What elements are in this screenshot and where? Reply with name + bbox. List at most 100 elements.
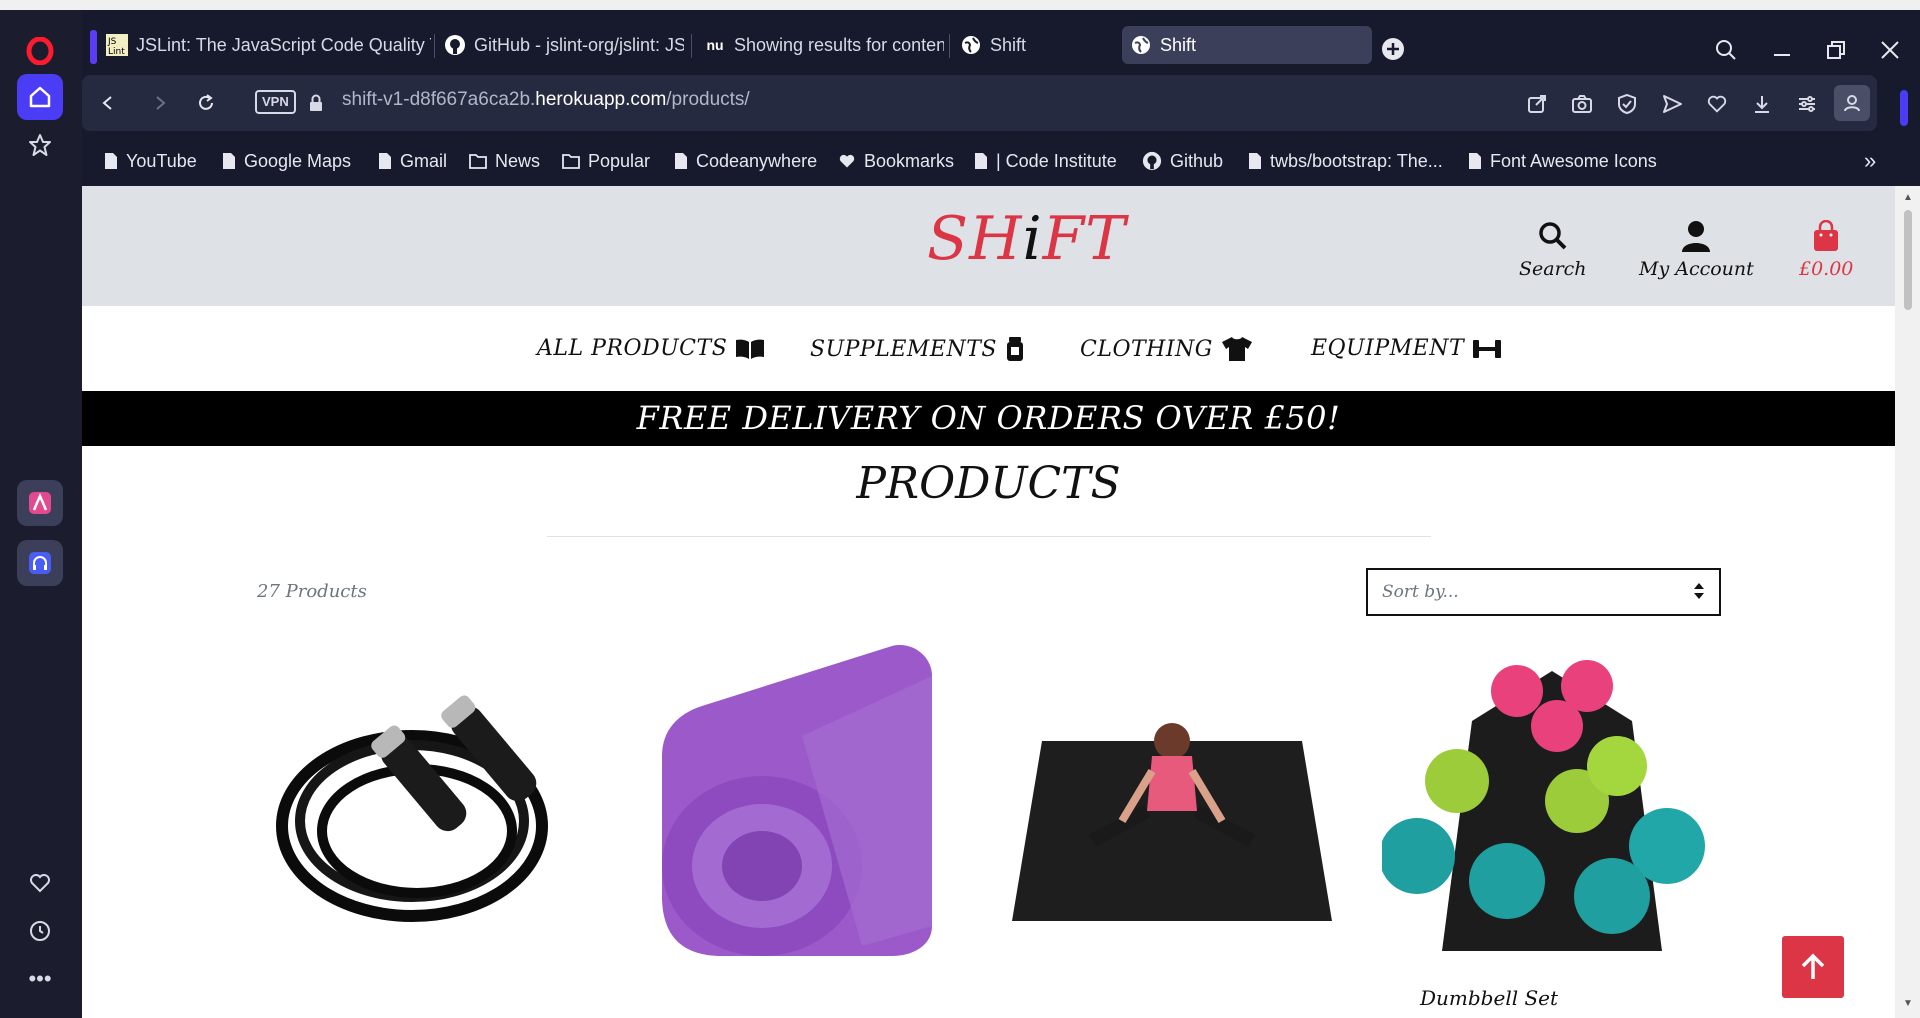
bookmark-bootstrap[interactable]: twbs/bootstrap: The... bbox=[1248, 148, 1443, 174]
product-image-yoga-mat[interactable] bbox=[632, 636, 972, 966]
new-tab-button[interactable] bbox=[1378, 34, 1408, 64]
address-bar: VPN shift-v1-d8f667a6ca2b.herokuapp.com/… bbox=[82, 75, 1877, 131]
scroll-up-arrow-icon[interactable]: ▲ bbox=[1903, 192, 1913, 203]
site-logo[interactable]: SHiFT bbox=[927, 204, 1126, 274]
opera-logo-icon[interactable] bbox=[17, 28, 63, 74]
arrow-up-icon bbox=[1801, 953, 1825, 979]
home-icon[interactable] bbox=[17, 74, 63, 120]
jslint-favicon-icon: JS Lint bbox=[106, 34, 128, 56]
bookmark-label: Github bbox=[1170, 150, 1224, 171]
url-path: /products/ bbox=[666, 89, 750, 110]
tab-separator bbox=[949, 34, 950, 58]
tab-label: Shift bbox=[990, 34, 1027, 55]
tab-label: Showing results for contents bbox=[734, 34, 944, 55]
scroll-down-arrow-icon[interactable]: ▼ bbox=[1903, 998, 1913, 1009]
tab-jslint[interactable]: JS Lint JSLint: The JavaScript Code Quali… bbox=[106, 26, 431, 64]
web-page: SHiFT Search My Account £0.00 ALL PRODUC… bbox=[82, 186, 1895, 1018]
history-clock-icon[interactable] bbox=[17, 908, 63, 954]
download-icon[interactable] bbox=[1747, 89, 1777, 119]
more-bookmarks-button[interactable]: » bbox=[1864, 148, 1876, 174]
scrollbar-thumb[interactable] bbox=[1904, 210, 1912, 310]
logo-part: FT bbox=[1042, 204, 1127, 274]
page-title: PRODUCTS bbox=[856, 458, 1121, 509]
logo-part: i bbox=[1022, 204, 1043, 274]
bookmark-label: Popular bbox=[588, 150, 651, 171]
nav-equipment[interactable]: EQUIPMENT bbox=[1311, 336, 1502, 361]
profile-icon[interactable] bbox=[1834, 85, 1870, 121]
tab-shift-active[interactable]: Shift bbox=[1122, 26, 1372, 64]
tab-shift[interactable]: Shift bbox=[960, 26, 1110, 64]
product-name-dumbbell-set[interactable]: Dumbbell Set bbox=[1420, 986, 1558, 1010]
header-search-label: Search bbox=[1519, 258, 1587, 280]
header-search-link[interactable]: Search bbox=[1519, 218, 1587, 280]
nav-supplements[interactable]: SUPPLEMENTS bbox=[810, 336, 1025, 362]
music-player-icon[interactable] bbox=[17, 540, 63, 586]
close-window-button[interactable] bbox=[1870, 32, 1910, 68]
pinboard-icon[interactable] bbox=[17, 122, 63, 168]
bookmark-label: Codeanywhere bbox=[696, 150, 818, 171]
header-cart-link[interactable]: £0.00 bbox=[1799, 218, 1853, 280]
forward-button[interactable] bbox=[144, 87, 176, 119]
nav-label: EQUIPMENT bbox=[1311, 336, 1465, 361]
browser-sidebar: ••• bbox=[0, 10, 78, 1018]
bookmark-label: Bookmarks bbox=[864, 150, 955, 171]
tab-search-results[interactable]: nu Showing results for contents bbox=[704, 26, 944, 64]
reload-button[interactable] bbox=[190, 87, 222, 119]
tab-github[interactable]: GitHub - jslint-org/jslint: JSLint bbox=[444, 26, 684, 64]
bookmark-google-maps[interactable]: Google Maps bbox=[222, 148, 351, 174]
bookmark-label: News bbox=[495, 150, 541, 171]
bookmark-code-institute[interactable]: | Code Institute bbox=[974, 148, 1117, 174]
bookmark-github[interactable]: Github bbox=[1142, 148, 1223, 174]
logo-part: SH bbox=[927, 204, 1023, 274]
header-account-link[interactable]: My Account bbox=[1639, 218, 1754, 280]
more-options-icon[interactable]: ••• bbox=[17, 956, 63, 1002]
nav-all-products[interactable]: ALL PRODUCTS bbox=[537, 336, 765, 361]
bookmark-folder-popular[interactable]: Popular bbox=[562, 148, 650, 174]
product-image-dumbbell-set[interactable] bbox=[1382, 636, 1722, 966]
bookmark-bookmarks[interactable]: Bookmarks bbox=[838, 148, 954, 174]
aria-icon[interactable] bbox=[17, 480, 63, 526]
globe-icon bbox=[1130, 34, 1152, 56]
sort-select[interactable]: Sort by... bbox=[1366, 568, 1721, 616]
nav-label: SUPPLEMENTS bbox=[810, 336, 997, 362]
lock-icon[interactable] bbox=[300, 87, 332, 119]
send-flow-icon[interactable] bbox=[1657, 89, 1687, 119]
share-icon[interactable] bbox=[1522, 89, 1552, 119]
bookmark-heart-icon[interactable] bbox=[1702, 89, 1732, 119]
bookmark-gmail[interactable]: Gmail bbox=[378, 148, 447, 174]
bookmark-codeanywhere[interactable]: Codeanywhere bbox=[674, 148, 817, 174]
bookmark-font-awesome[interactable]: Font Awesome Icons bbox=[1468, 148, 1657, 174]
product-image-exercise-mat[interactable] bbox=[1002, 636, 1342, 966]
adblock-shield-icon[interactable] bbox=[1612, 89, 1642, 119]
snapshot-camera-icon[interactable] bbox=[1567, 89, 1597, 119]
minimize-button[interactable] bbox=[1762, 32, 1802, 68]
url-field[interactable]: shift-v1-d8f667a6ca2b.herokuapp.com/prod… bbox=[342, 89, 750, 111]
back-to-top-button[interactable] bbox=[1782, 936, 1844, 998]
bookmark-label: Google Maps bbox=[244, 150, 352, 171]
tshirt-icon bbox=[1221, 337, 1252, 361]
restore-button[interactable] bbox=[1816, 32, 1856, 68]
free-delivery-banner: FREE DELIVERY ON ORDERS OVER £50! bbox=[82, 391, 1895, 446]
bookmark-folder-news[interactable]: News bbox=[469, 148, 540, 174]
page-scrollbar[interactable]: ▲ ▼ bbox=[1895, 186, 1920, 1018]
site-header: SHiFT Search My Account £0.00 bbox=[82, 186, 1895, 306]
tab-search-icon[interactable] bbox=[1706, 32, 1746, 68]
sidebar-panel-toggle[interactable] bbox=[1900, 90, 1908, 126]
globe-icon bbox=[960, 34, 982, 56]
nav-clothing[interactable]: CLOTHING bbox=[1080, 336, 1253, 362]
tab-label: GitHub - jslint-org/jslint: JSLint bbox=[474, 34, 684, 55]
book-open-icon bbox=[736, 339, 765, 359]
tab-strip: JS Lint JSLint: The JavaScript Code Quali… bbox=[82, 20, 1920, 64]
browser-chrome: JS Lint JSLint: The JavaScript Code Quali… bbox=[82, 10, 1920, 185]
window-top-strip bbox=[0, 0, 1920, 10]
bookmark-label: Font Awesome Icons bbox=[1490, 150, 1657, 171]
bookmark-youtube[interactable]: YouTube bbox=[104, 148, 197, 174]
dumbbell-icon bbox=[1473, 339, 1502, 358]
vpn-badge[interactable]: VPN bbox=[255, 90, 296, 114]
favorites-heart-icon[interactable] bbox=[17, 860, 63, 906]
back-button[interactable] bbox=[92, 87, 124, 119]
product-image-skipping-rope[interactable] bbox=[252, 636, 592, 966]
bookmark-label: twbs/bootstrap: The... bbox=[1270, 150, 1443, 171]
easy-setup-icon[interactable] bbox=[1792, 89, 1822, 119]
header-cart-total: £0.00 bbox=[1799, 258, 1854, 280]
